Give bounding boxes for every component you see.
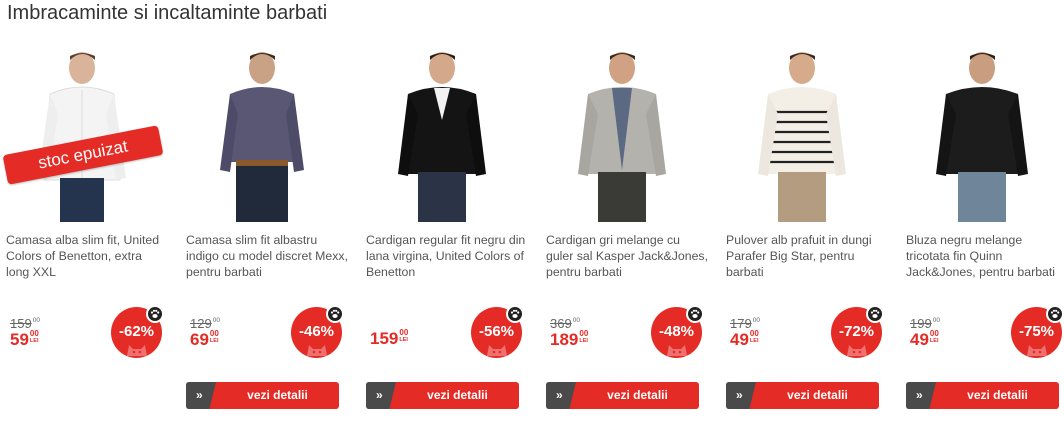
- paw-icon: [326, 305, 344, 323]
- product-card: Cardigan gri melange cu guler sal Kasper…: [540, 45, 720, 415]
- double-chevron-right-icon: »: [186, 382, 216, 409]
- product-image[interactable]: [900, 50, 1064, 222]
- product-card: Pulover alb prafuit in dungi Parafer Big…: [720, 45, 900, 415]
- paw-icon: [146, 305, 164, 323]
- product-grid: stoc epuizat Camasa alba slim fit, Unite…: [0, 45, 1064, 425]
- double-chevron-right-icon: »: [906, 382, 936, 409]
- product-title[interactable]: Pulover alb prafuit in dungi Parafer Big…: [726, 232, 888, 280]
- product-title[interactable]: Cardigan gri melange cu guler sal Kasper…: [546, 232, 708, 280]
- double-chevron-right-icon: »: [546, 382, 576, 409]
- paw-icon: [506, 305, 524, 323]
- product-image[interactable]: [540, 50, 705, 222]
- product-card: Cardigan regular fit negru din lana virg…: [360, 45, 540, 415]
- paw-icon: [1046, 305, 1064, 323]
- product-title[interactable]: Bluza negru melange tricotata fin Quinn …: [906, 232, 1064, 280]
- paw-icon: [866, 305, 884, 323]
- current-price: 189 00 LEI: [550, 329, 589, 350]
- current-price: 59 00 LEI: [10, 329, 39, 350]
- product-title[interactable]: Cardigan regular fit negru din lana virg…: [366, 232, 528, 280]
- double-chevron-right-icon: »: [366, 382, 396, 409]
- old-price: 159 00: [10, 316, 40, 331]
- old-price: 179 00: [730, 316, 760, 331]
- cat-face-icon: [127, 345, 147, 356]
- view-details-button[interactable]: » vezi detalii: [186, 382, 339, 409]
- product-title[interactable]: Camasa alba slim fit, United Colors of B…: [6, 232, 168, 280]
- product-image[interactable]: [720, 50, 885, 222]
- section-title: Imbracaminte si incaltaminte barbati: [7, 2, 328, 24]
- cat-face-icon: [1027, 345, 1047, 356]
- view-details-button[interactable]: » vezi detalii: [546, 382, 699, 409]
- current-price: 49 00 LEI: [730, 329, 759, 350]
- product-title[interactable]: Camasa slim fit albastru indigo cu model…: [186, 232, 348, 280]
- cat-face-icon: [667, 345, 687, 356]
- product-card: Camasa slim fit albastru indigo cu model…: [180, 45, 360, 415]
- double-chevron-right-icon: »: [726, 382, 756, 409]
- view-details-button[interactable]: » vezi detalii: [366, 382, 519, 409]
- current-price: 159 00 LEI: [370, 328, 409, 349]
- product-card: stoc epuizat Camasa alba slim fit, Unite…: [0, 45, 180, 415]
- cat-face-icon: [847, 345, 867, 356]
- old-price: 129 00: [190, 316, 220, 331]
- current-price: 49 00 LEI: [910, 329, 939, 350]
- product-card: Bluza negru melange tricotata fin Quinn …: [900, 45, 1064, 415]
- view-details-button[interactable]: » vezi detalii: [906, 382, 1059, 409]
- current-price: 69 00 LEI: [190, 329, 219, 350]
- product-image[interactable]: [360, 50, 525, 222]
- old-price: 199 00: [910, 316, 940, 331]
- cat-face-icon: [307, 345, 327, 356]
- view-details-button[interactable]: » vezi detalii: [726, 382, 879, 409]
- paw-icon: [686, 305, 704, 323]
- cat-face-icon: [487, 345, 507, 356]
- product-image[interactable]: [180, 50, 345, 222]
